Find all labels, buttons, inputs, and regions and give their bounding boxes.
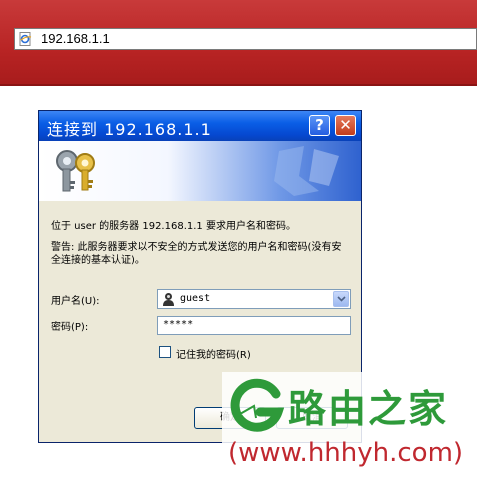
keys-icon xyxy=(56,150,95,192)
dialog-titlebar[interactable]: 连接到 192.168.1.1 ? ✕ xyxy=(39,111,361,141)
auth-message: 位于 user 的服务器 192.168.1.1 要求用户名和密码。 xyxy=(51,221,296,232)
browser-toolbar: 192.168.1.1 xyxy=(0,0,477,86)
dialog-title: 连接到 192.168.1.1 xyxy=(47,120,212,139)
password-label: 密码(P): xyxy=(51,322,89,333)
username-label: 用户名(U): xyxy=(51,296,100,307)
user-icon xyxy=(163,293,174,306)
remember-password-label[interactable]: 记住我的密码(R) xyxy=(176,346,251,361)
address-bar[interactable]: 192.168.1.1 xyxy=(14,28,477,50)
password-field[interactable]: ***** xyxy=(157,316,351,335)
username-value: guest xyxy=(180,293,211,304)
site-name: 路由之家 xyxy=(288,387,449,431)
ie-page-icon xyxy=(19,32,32,46)
chevron-down-icon xyxy=(337,296,346,302)
site-watermark: 路由之家 (www.hhhyh.com) xyxy=(222,372,477,478)
dropdown-button[interactable] xyxy=(333,291,349,307)
site-url: (www.hhhyh.com) xyxy=(228,438,464,468)
close-button[interactable]: ✕ xyxy=(335,115,356,136)
help-button[interactable]: ? xyxy=(309,115,330,136)
site-logo-icon xyxy=(230,378,284,432)
security-warning: 警告: 此服务器要求以不安全的方式发送您的用户名和密码(没有安全连接的基本认证)… xyxy=(51,242,342,266)
dialog-banner xyxy=(39,141,361,201)
banner-decoration xyxy=(274,146,339,196)
address-text: 192.168.1.1 xyxy=(41,31,110,46)
remember-password-checkbox[interactable] xyxy=(159,346,171,358)
password-value: ***** xyxy=(163,319,194,330)
username-combobox[interactable]: guest xyxy=(157,289,351,309)
